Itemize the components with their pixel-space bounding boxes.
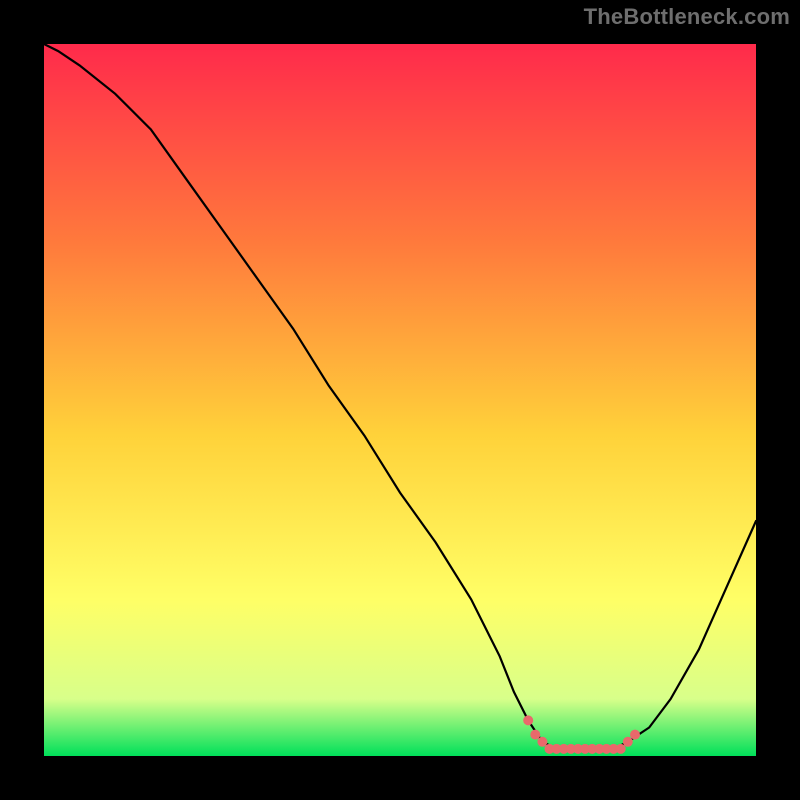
bottleneck-chart: [44, 44, 756, 756]
watermark-label: TheBottleneck.com: [584, 4, 790, 30]
marker-dot: [616, 744, 626, 754]
marker-dot: [523, 715, 533, 725]
plot-area: [44, 44, 756, 756]
chart-container: TheBottleneck.com: [0, 0, 800, 800]
marker-dot: [630, 730, 640, 740]
gradient-background: [44, 44, 756, 756]
marker-dot: [537, 737, 547, 747]
marker-dot: [623, 737, 633, 747]
marker-dot: [530, 730, 540, 740]
